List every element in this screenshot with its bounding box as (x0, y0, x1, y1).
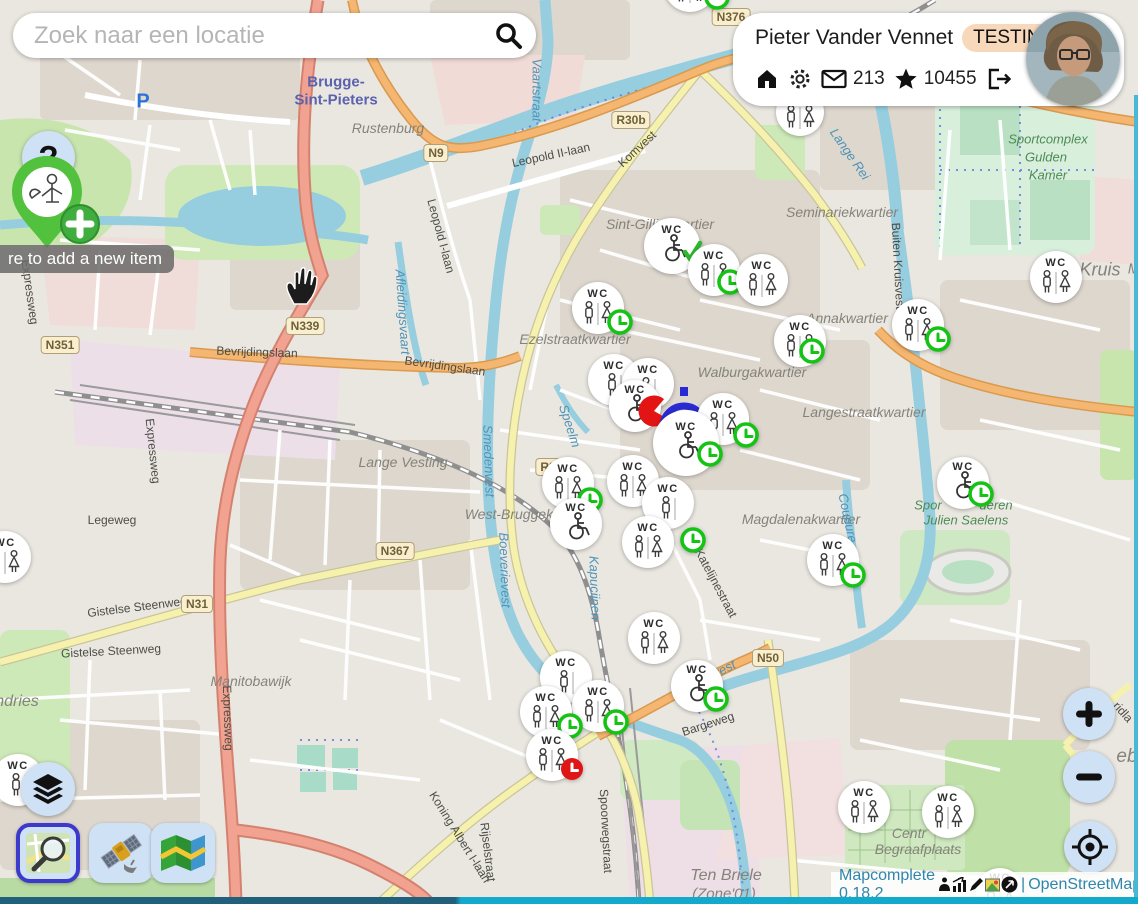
svg-text:WC: WC (643, 618, 664, 630)
svg-text:WC: WC (565, 502, 586, 514)
svg-text:WC: WC (637, 522, 658, 534)
search-icon[interactable] (493, 21, 523, 51)
theme-thumbnail-icon[interactable] (985, 878, 1000, 892)
svg-text:WC: WC (937, 792, 958, 804)
svg-text:WC: WC (587, 686, 608, 698)
basemap-option-satellite[interactable] (89, 823, 153, 883)
bottom-progress-strip (0, 897, 1138, 904)
svg-text:WC: WC (541, 735, 562, 747)
star-icon[interactable] (894, 67, 918, 91)
minus-icon (1072, 760, 1106, 794)
map-marker-wc[interactable]: WC (807, 534, 864, 586)
user-name-row: Pieter Vander Vennet TESTING (755, 24, 1066, 52)
logout-icon[interactable] (986, 67, 1012, 91)
map-marker-wc[interactable]: WC (1030, 251, 1082, 303)
attribution-bar: Mapcomplete 0.18.2 | OpenStreetMap (831, 872, 1138, 897)
svg-text:WC: WC (751, 260, 772, 272)
edit-pencil-icon[interactable] (969, 877, 984, 892)
svg-text:WC: WC (535, 692, 556, 704)
avatar[interactable] (1026, 12, 1120, 106)
attribution-icons (938, 876, 1018, 893)
gear-icon[interactable] (788, 67, 812, 91)
user-icon-row: 213 10455 (755, 67, 1012, 91)
openstreetmap-link[interactable]: OpenStreetMap (1028, 876, 1138, 894)
svg-text:WC: WC (587, 288, 608, 300)
svg-text:WC: WC (822, 540, 843, 552)
crosshair-icon (1070, 827, 1110, 867)
map-marker-wc[interactable]: WC (628, 612, 680, 664)
svg-text:WC: WC (675, 421, 696, 433)
user-name: Pieter Vander Vennet (755, 26, 953, 50)
search-input[interactable] (32, 21, 493, 51)
map-marker-wc[interactable]: WC (922, 786, 974, 838)
geolocate-button[interactable] (1064, 821, 1116, 873)
svg-text:WC: WC (853, 787, 874, 799)
mail-icon[interactable] (821, 68, 847, 90)
svg-text:WC: WC (657, 483, 678, 495)
layers-icon (29, 770, 67, 808)
svg-text:WC: WC (712, 399, 733, 411)
svg-text:WC: WC (789, 321, 810, 333)
map-marker-wc[interactable]: WC (688, 244, 741, 296)
map-marker-wc[interactable]: WC (0, 531, 31, 583)
map-marker-wc[interactable]: WC (671, 660, 727, 712)
map-marker-wc[interactable]: WC (622, 516, 704, 568)
star-count: 10455 (924, 68, 977, 90)
map-marker-wc[interactable]: WC (572, 282, 631, 334)
svg-text:WC: WC (603, 360, 624, 372)
map-marker-wc[interactable]: WC (736, 254, 788, 306)
svg-text:WC: WC (661, 224, 682, 236)
svg-text:WC: WC (686, 664, 707, 676)
map-markers-layer: WC WC WC WC WC WC WC WC WC (0, 0, 1138, 904)
attribution-arrow-icon[interactable] (1001, 876, 1018, 893)
map-marker-wc[interactable]: WC (550, 498, 602, 550)
map-marker-wc[interactable]: WC (664, 0, 728, 12)
svg-text:WC: WC (7, 760, 28, 772)
search-bar (13, 13, 536, 58)
add-item-tooltip: re to add a new item (0, 245, 174, 273)
plus-icon (1072, 697, 1106, 731)
zoom-out-button[interactable] (1063, 751, 1115, 803)
hand-cursor-icon (283, 264, 319, 306)
svg-text:WC: WC (555, 657, 576, 669)
osm-map-icon (25, 832, 71, 874)
layers-button[interactable] (21, 762, 75, 816)
map-marker-wc[interactable]: WC (774, 315, 826, 367)
svg-text:WC: WC (624, 384, 645, 396)
statistics-icon[interactable] (952, 877, 968, 892)
add-new-item-pin[interactable] (2, 152, 114, 260)
svg-text:WC: WC (637, 364, 658, 376)
map-marker-wc[interactable]: WC (937, 457, 992, 509)
svg-text:WC: WC (557, 463, 578, 475)
satellite-icon (97, 831, 145, 875)
basemap-option-osm-selected[interactable] (16, 823, 80, 883)
attribution-separator: | (1021, 876, 1025, 894)
svg-text:WC: WC (622, 461, 643, 473)
mapcomplete-app: Brugge-Sint-PietersPRustenburgSeminariek… (0, 0, 1138, 904)
message-count: 213 (853, 68, 885, 90)
svg-text:WC: WC (703, 250, 724, 262)
map-marker-wc[interactable]: WC (892, 299, 949, 351)
contributor-icon[interactable] (938, 877, 951, 892)
folded-map-icon (160, 833, 206, 873)
zoom-in-button[interactable] (1063, 688, 1115, 740)
svg-text:WC: WC (952, 461, 973, 473)
home-icon[interactable] (755, 67, 779, 91)
basemap-option-map[interactable] (151, 823, 215, 883)
right-edge-canal (1134, 95, 1138, 904)
svg-text:WC: WC (1045, 257, 1066, 269)
map-marker-wc[interactable]: WC (838, 781, 890, 833)
svg-text:WC: WC (907, 305, 928, 317)
svg-text:WC: WC (0, 537, 16, 549)
